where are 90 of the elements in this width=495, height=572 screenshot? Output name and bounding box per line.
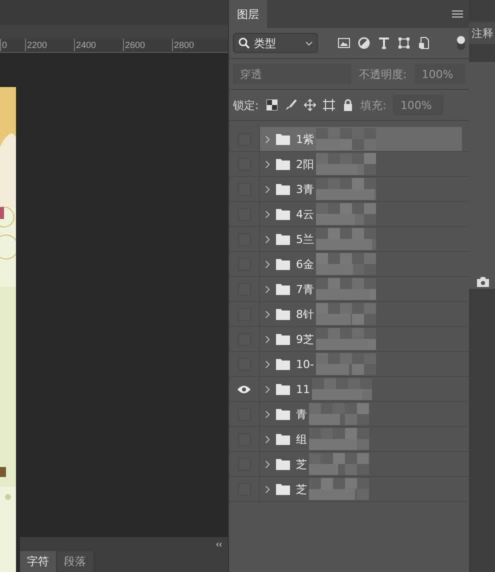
layer-name: 芝 bbox=[296, 456, 307, 472]
panel-tab[interactable]: 段落 bbox=[57, 551, 93, 572]
chevron-icon bbox=[265, 434, 270, 444]
camera-icon[interactable] bbox=[476, 277, 489, 287]
folder-icon bbox=[276, 458, 290, 470]
folder-icon bbox=[276, 234, 290, 244]
ruler-label: 0 bbox=[0, 39, 25, 52]
panel-tab[interactable]: 图层 bbox=[229, 0, 267, 28]
chevron-icon bbox=[265, 210, 270, 218]
filter-toggle[interactable] bbox=[456, 36, 465, 50]
mosaic-drawing bbox=[316, 328, 376, 350]
layer-name: 5兰 bbox=[296, 232, 314, 246]
fill-label: 填充: bbox=[360, 98, 386, 112]
layer-name: 2阳 bbox=[296, 156, 314, 172]
panel-tab[interactable]: 注释 bbox=[468, 22, 495, 44]
lock-icon[interactable] bbox=[342, 99, 354, 111]
move-icon[interactable] bbox=[304, 99, 316, 111]
mosaic-drawing bbox=[312, 378, 372, 400]
folder-icon bbox=[276, 158, 290, 170]
layer-name: 9芝 bbox=[296, 332, 314, 346]
menu-icon[interactable] bbox=[452, 10, 463, 18]
chevron-icon bbox=[265, 184, 270, 194]
folder-icon bbox=[276, 184, 290, 194]
caret-icon bbox=[305, 40, 313, 46]
mosaic-drawing bbox=[316, 228, 376, 250]
folder-icon bbox=[276, 284, 290, 294]
folder-icon bbox=[276, 334, 290, 344]
layer-name: 1紫 bbox=[296, 132, 314, 146]
layer-name: 11 bbox=[296, 382, 310, 396]
layer-name: 组 bbox=[296, 432, 307, 446]
layer-name: 芝 bbox=[296, 482, 307, 496]
lock-label: 锁定: bbox=[233, 98, 259, 112]
chevron-icon bbox=[265, 134, 270, 144]
folder-icon bbox=[276, 434, 290, 444]
chevron-icon bbox=[265, 484, 270, 494]
layer-name: 7青 bbox=[296, 282, 314, 296]
mosaic-drawing bbox=[309, 428, 369, 450]
artboard-icon[interactable] bbox=[322, 99, 335, 111]
chevron-icon bbox=[265, 284, 270, 294]
image-icon[interactable] bbox=[338, 37, 350, 49]
layer-name: 4云 bbox=[296, 206, 314, 222]
ruler-label: 2600 bbox=[123, 39, 172, 52]
shape-icon[interactable] bbox=[398, 37, 410, 49]
folder-icon bbox=[276, 134, 290, 144]
text-icon[interactable] bbox=[378, 37, 390, 49]
folder-icon bbox=[276, 484, 290, 494]
half-circle-icon[interactable] bbox=[358, 37, 370, 49]
layer-name: 10- bbox=[296, 358, 314, 370]
chevron-icon bbox=[265, 310, 270, 318]
mosaic-drawing bbox=[316, 353, 376, 375]
folder-icon bbox=[276, 408, 290, 420]
folder-icon bbox=[276, 308, 290, 320]
layer-name: 3青 bbox=[296, 182, 314, 196]
mosaic-drawing bbox=[316, 278, 376, 300]
document-icon[interactable] bbox=[418, 37, 430, 49]
ruler-label: 2400 bbox=[74, 39, 123, 52]
mosaic-drawing bbox=[309, 478, 369, 500]
folder-icon bbox=[276, 358, 290, 370]
folder-icon bbox=[276, 258, 290, 270]
checkerboard-icon[interactable] bbox=[266, 99, 278, 111]
mosaic-drawing bbox=[316, 253, 376, 275]
ruler-label: 2200 bbox=[25, 39, 74, 52]
chevron-icon bbox=[265, 360, 270, 368]
mosaic-drawing bbox=[309, 453, 369, 475]
search-icon bbox=[238, 37, 250, 49]
chevron-icon bbox=[265, 460, 270, 468]
mosaic-drawing bbox=[316, 153, 376, 175]
eye-icon bbox=[237, 384, 251, 394]
layer-name: 8针 bbox=[296, 306, 314, 322]
chevron-icon bbox=[265, 260, 270, 268]
opacity-label: 不透明度: bbox=[359, 66, 407, 82]
collapse-button[interactable]: ‹‹ bbox=[216, 537, 222, 551]
mosaic-drawing bbox=[316, 303, 376, 325]
layer-name: 青 bbox=[296, 406, 307, 422]
filter-dropdown[interactable]: 类型 bbox=[233, 33, 318, 53]
mosaic-drawing bbox=[316, 128, 376, 150]
folder-icon bbox=[276, 384, 290, 394]
chevron-icon bbox=[265, 384, 270, 394]
chevron-icon bbox=[265, 234, 270, 244]
folder-icon bbox=[276, 208, 290, 220]
layer-name: 6金 bbox=[296, 256, 314, 272]
mosaic-drawing bbox=[316, 203, 376, 225]
layer-item[interactable]: 1紫 bbox=[260, 127, 462, 151]
mosaic-drawing bbox=[309, 403, 369, 425]
mosaic-drawing bbox=[316, 178, 376, 200]
brush-icon[interactable] bbox=[284, 99, 297, 111]
panel-tab[interactable]: 字符 bbox=[20, 551, 56, 572]
chevron-icon bbox=[265, 410, 270, 418]
chevron-icon bbox=[265, 334, 270, 344]
chevron-icon bbox=[265, 160, 270, 168]
